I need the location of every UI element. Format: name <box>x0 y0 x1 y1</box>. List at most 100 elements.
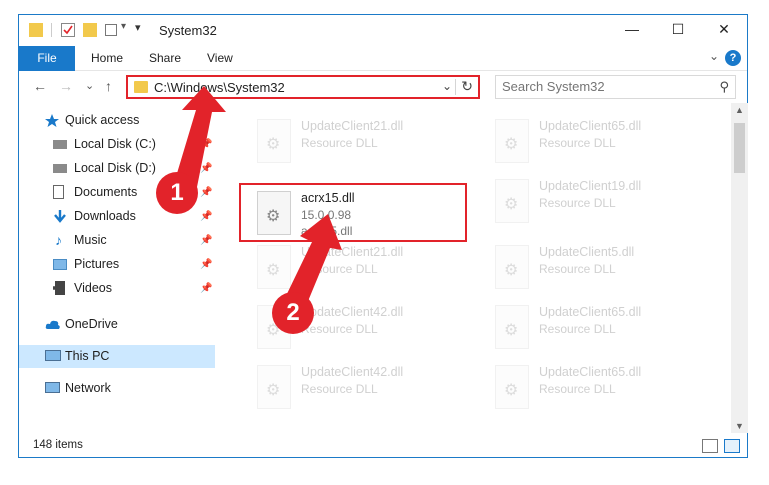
ribbon-expand-icon[interactable]: ⌄ <box>709 49 719 63</box>
file-type: Resource DLL <box>539 136 616 150</box>
large-icons-view-icon[interactable] <box>724 439 740 453</box>
search-box[interactable]: ⚲ <box>495 75 736 99</box>
scroll-down-arrow-icon[interactable]: ▼ <box>735 421 744 431</box>
pin-icon[interactable]: 📌 <box>200 133 212 156</box>
tab-file[interactable]: File <box>19 46 75 71</box>
file-name: UpdateClient65.dll <box>539 119 642 133</box>
navigation-bar: ← → ⌄ ↑ C:\Windows\System32 ⌄ ↻ ⚲ <box>19 72 747 102</box>
sidebar-item-label: Local Disk (D:) <box>74 161 156 175</box>
computer-icon <box>45 350 61 361</box>
sidebar-item-music[interactable]: ♪ Music 📌 <box>19 229 215 252</box>
file-name: UpdateClient19.dll <box>539 179 642 193</box>
explorer-window: ▾ ▾ System32 — ☐ ✕ File Home Share View … <box>18 14 748 458</box>
recent-locations-icon[interactable]: ⌄ <box>85 79 94 92</box>
up-icon[interactable]: ↑ <box>105 78 112 94</box>
file-tile[interactable]: ⚙ UpdateClient42.dll Resource DLL <box>239 359 469 415</box>
forward-icon[interactable]: → <box>59 78 73 94</box>
sidebar-item-pictures[interactable]: Pictures 📌 <box>19 253 215 276</box>
file-tile[interactable]: ⚙ UpdateClient19.dll Resource DLL <box>477 173 707 229</box>
sidebar-item-quick-access[interactable]: Quick access <box>19 109 215 132</box>
file-tile[interactable]: ⚙ UpdateClient21.dll Resource DLL <box>239 113 469 169</box>
dll-file-icon: ⚙ <box>495 365 529 409</box>
file-name: UpdateClient42.dll <box>301 365 404 379</box>
scroll-up-arrow-icon[interactable]: ▲ <box>735 105 744 115</box>
sidebar-item-label: Music <box>74 233 107 247</box>
sidebar-item-label: Videos <box>74 281 112 295</box>
sidebar-item-label: Local Disk (C:) <box>74 137 156 151</box>
details-view-icon[interactable] <box>702 439 718 453</box>
folder-icon <box>29 23 43 37</box>
gear-icon: ⚙ <box>266 382 281 399</box>
gear-icon: ⚙ <box>266 262 281 279</box>
address-bar[interactable]: C:\Windows\System32 ⌄ ↻ <box>126 75 480 99</box>
pin-icon[interactable]: 📌 <box>200 277 212 300</box>
highlight-box <box>239 183 467 242</box>
sidebar-item-label: Downloads <box>74 209 136 223</box>
pin-icon[interactable]: 📌 <box>200 229 212 252</box>
sidebar-item-this-pc[interactable]: This PC <box>19 345 215 368</box>
navigation-pane: Quick access Local Disk (C:) 📌 Local Dis… <box>19 105 215 435</box>
sidebar-item-network[interactable]: Network <box>19 377 215 400</box>
new-folder-icon[interactable] <box>83 23 97 37</box>
toolbar-divider <box>51 23 52 37</box>
sidebar-item-label: Quick access <box>65 113 140 127</box>
status-item-count: 148 items <box>33 439 83 451</box>
back-icon[interactable]: ← <box>33 78 47 94</box>
pin-icon[interactable]: 📌 <box>200 253 212 276</box>
dll-file-icon: ⚙ <box>495 179 529 223</box>
sidebar-item-local-disk-c[interactable]: Local Disk (C:) 📌 <box>19 133 215 156</box>
maximize-button[interactable]: ☐ <box>655 15 701 46</box>
search-input[interactable] <box>502 79 702 94</box>
ribbon-tabs: File Home Share View ⌄ ? <box>19 46 747 71</box>
properties-icon[interactable] <box>61 23 75 37</box>
sidebar-item-onedrive[interactable]: OneDrive <box>19 313 215 336</box>
refresh-icon[interactable]: ↻ <box>461 78 473 95</box>
sidebar-item-videos[interactable]: Videos 📌 <box>19 277 215 300</box>
minimize-button[interactable]: — <box>609 15 655 46</box>
dll-file-icon: ⚙ <box>495 305 529 349</box>
file-name: UpdateClient65.dll <box>539 365 642 379</box>
tab-home[interactable]: Home <box>91 46 123 71</box>
tab-share[interactable]: Share <box>149 46 181 71</box>
gear-icon: ⚙ <box>266 136 281 153</box>
file-tile[interactable]: ⚙ UpdateClient21.dll Resource DLL <box>239 239 469 295</box>
file-tile[interactable]: ⚙ UpdateClient5.dll Resource DLL <box>477 239 707 295</box>
dll-file-icon: ⚙ <box>495 119 529 163</box>
qat-dropdown-icon[interactable]: ▾ <box>121 21 126 39</box>
address-divider <box>455 79 456 95</box>
file-type: Resource DLL <box>539 322 616 336</box>
scrollbar-thumb[interactable] <box>734 123 745 173</box>
sidebar-item-label: Pictures <box>74 257 120 271</box>
pin-icon[interactable]: 📌 <box>200 181 212 204</box>
file-name: UpdateClient21.dll <box>301 119 404 133</box>
gear-icon: ⚙ <box>504 382 519 399</box>
pictures-icon <box>53 259 67 270</box>
address-path[interactable]: C:\Windows\System32 <box>154 80 285 95</box>
drive-icon <box>53 140 67 149</box>
help-icon[interactable]: ? <box>725 50 741 66</box>
pin-icon[interactable]: 📌 <box>200 205 212 228</box>
sidebar-item-label: This PC <box>65 349 110 363</box>
address-dropdown-icon[interactable]: ⌄ <box>442 79 452 93</box>
sidebar-item-label: Network <box>65 381 111 395</box>
file-tile[interactable]: ⚙ UpdateClient65.dll Resource DLL <box>477 359 707 415</box>
gear-icon: ⚙ <box>504 322 519 339</box>
gear-icon: ⚙ <box>504 196 519 213</box>
file-tile[interactable]: ⚙ UpdateClient65.dll Resource DLL <box>477 113 707 169</box>
title-bar: ▾ ▾ System32 — ☐ ✕ <box>19 15 747 46</box>
qat-more-icon[interactable]: ▾ <box>135 21 141 39</box>
gear-icon: ⚙ <box>504 136 519 153</box>
tab-view[interactable]: View <box>207 46 233 71</box>
search-icon[interactable]: ⚲ <box>719 79 729 95</box>
star-icon <box>45 114 59 127</box>
file-tile[interactable]: ⚙ UpdateClient65.dll Resource DLL <box>477 299 707 355</box>
pin-icon[interactable]: 📌 <box>200 157 212 180</box>
file-type: Resource DLL <box>301 322 378 336</box>
close-button[interactable]: ✕ <box>701 15 747 46</box>
file-type: Resource DLL <box>539 382 616 396</box>
vertical-scrollbar[interactable]: ▲ ▼ <box>731 103 748 433</box>
videos-icon <box>53 281 65 295</box>
file-name: UpdateClient42.dll <box>301 305 404 319</box>
file-name: UpdateClient21.dll <box>301 245 404 259</box>
customize-toolbar-icon[interactable] <box>105 24 117 36</box>
